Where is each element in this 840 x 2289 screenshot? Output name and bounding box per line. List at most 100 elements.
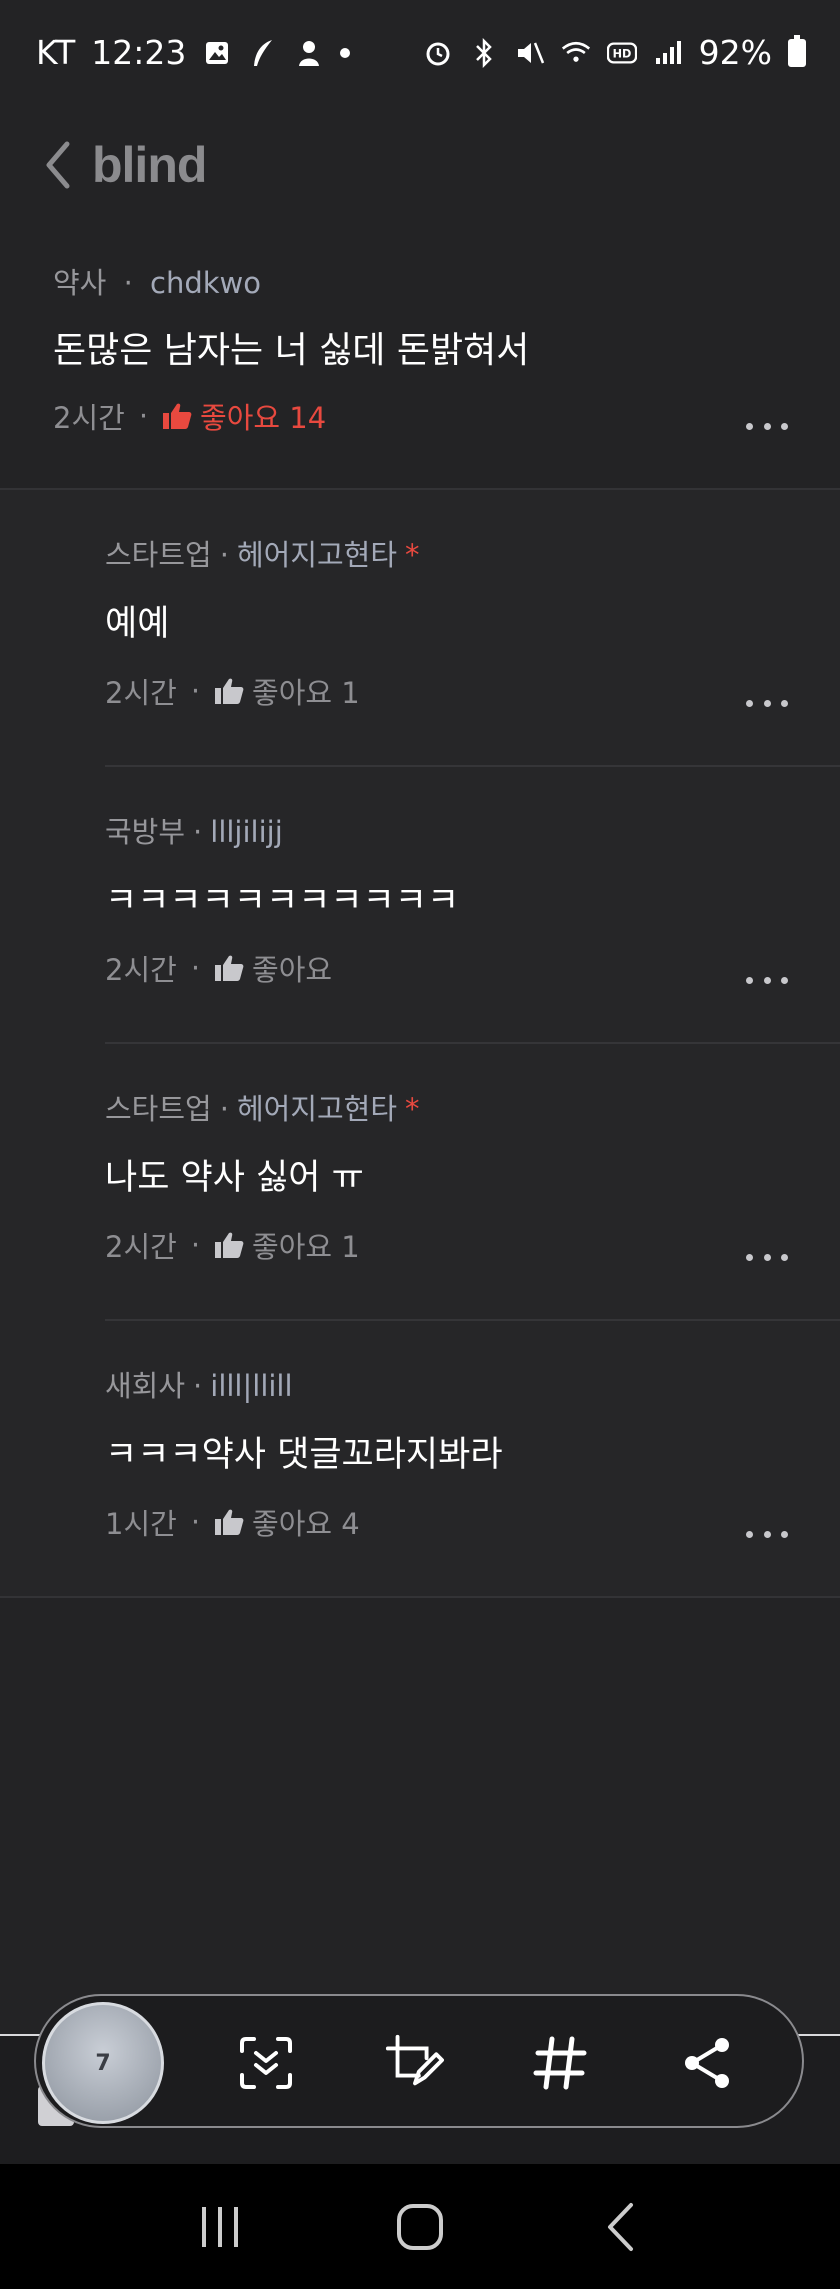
battery-icon: [788, 34, 806, 67]
post-more-button[interactable]: [746, 423, 788, 433]
comment-info: 2시간 · 좋아요 1: [105, 1224, 360, 1266]
recent-apps-icon: [202, 2206, 238, 2247]
more-dot: [746, 1254, 753, 1261]
bluetooth-icon: [469, 37, 499, 68]
comment-body: 예예: [105, 604, 170, 644]
more-dot: [763, 423, 771, 430]
comment-more-button[interactable]: [746, 1254, 788, 1264]
more-dot: [746, 700, 753, 707]
thumbs-up-icon: [163, 403, 192, 429]
scroll-capture-button[interactable]: [236, 2033, 296, 2093]
blind-logo: blind: [92, 137, 207, 193]
thumbs-up-icon: [215, 955, 244, 981]
comment-info: 2시간 · 좋아요: [105, 947, 332, 989]
more-dot: [781, 700, 788, 707]
comment-like-button[interactable]: 좋아요 4: [214, 1501, 360, 1543]
more-dot: [781, 423, 788, 430]
post-body: 돈많은 남자는 너 싫데 돈밝혀서: [53, 330, 530, 371]
more-dot: [763, 700, 771, 707]
comment-like-button[interactable]: 좋아요 1: [214, 670, 360, 712]
comment-nickname[interactable]: llljilijj: [210, 815, 283, 849]
more-dot: [781, 977, 788, 984]
status-bar: KT 12:23 HD 92%: [0, 0, 840, 105]
comment-nickname[interactable]: 헤어지고현타: [237, 538, 397, 572]
battery-percent: 92%: [698, 33, 772, 72]
comment-time: 2시간: [105, 1230, 177, 1264]
system-nav-bar: [0, 2164, 840, 2289]
post-author: 약사 · chdkwo: [53, 266, 262, 300]
chevron-left-icon: [46, 141, 70, 189]
thumbnail-number: 7: [95, 2050, 111, 2076]
back-button[interactable]: [38, 135, 78, 195]
crop-edit-icon: [385, 2034, 444, 2086]
more-dot: [746, 1531, 753, 1538]
post-time: 2시간: [53, 401, 125, 435]
comment-list: 스타트업 · 헤어지고현타 * 예예 2시간 · 좋아요 1 국방부 · llljilij…: [0, 490, 840, 1598]
screenshot-thumbnail[interactable]: 7: [42, 2002, 164, 2124]
wifi-icon: [561, 38, 591, 68]
clock: 12:23: [91, 33, 187, 72]
comment-company: 스타트업: [105, 1092, 212, 1126]
more-dot: [781, 1531, 788, 1538]
comment-more-button[interactable]: [746, 1531, 788, 1541]
more-dot: [763, 977, 771, 984]
comment-author: 국방부 · llljilijj: [105, 815, 283, 849]
author-mark: *: [405, 538, 420, 572]
post-info: 2시간 · 좋아요 14: [53, 395, 326, 437]
svg-text:HD: HD: [612, 47, 631, 60]
feather-icon: [248, 38, 278, 68]
comment-company: 스타트업: [105, 538, 212, 572]
back-nav-button[interactable]: [590, 2197, 650, 2257]
comment-info: 1시간 · 좋아요 4: [105, 1501, 360, 1543]
signal-icon: [653, 38, 683, 68]
mute-icon: [515, 38, 545, 68]
comment-info: 2시간 · 좋아요 1: [105, 670, 360, 712]
back-icon: [608, 2202, 633, 2251]
comment-time: 2시간: [105, 676, 177, 710]
app-header: blind: [0, 105, 840, 225]
post-company: 약사: [53, 266, 107, 300]
comment-author: 스타트업 · 헤어지고현타 *: [105, 538, 420, 572]
comment-item: 새회사 · illl|llill ㅋㅋㅋ약사 댓글꼬라지봐라 1시간 · 좋아요 4: [0, 1321, 840, 1598]
comment-like-button[interactable]: 좋아요 1: [214, 1224, 360, 1266]
comment-item: 스타트업 · 헤어지고현타 * 나도 약사 싫어 ㅠ 2시간 · 좋아요 1: [0, 1044, 840, 1321]
comment-body: 나도 약사 싫어 ㅠ: [105, 1158, 364, 1198]
comment-like-label: 좋아요: [252, 953, 333, 987]
crop-edit-button[interactable]: [384, 2033, 444, 2093]
gallery-icon: [202, 38, 232, 68]
recent-apps-button[interactable]: [190, 2197, 250, 2257]
thumbs-up-icon: [215, 1232, 244, 1258]
comment-company: 국방부: [105, 815, 186, 849]
thumbs-up-icon: [215, 1509, 244, 1535]
status-left: KT 12:23: [36, 33, 351, 72]
share-button[interactable]: [678, 2033, 738, 2093]
hashtag-button[interactable]: [530, 2033, 590, 2093]
status-right: HD 92%: [423, 33, 806, 72]
comment-like-label: 좋아요 1: [252, 676, 360, 710]
more-dot: [763, 1254, 771, 1261]
comment-more-button[interactable]: [746, 977, 788, 987]
post-nickname[interactable]: chdkwo: [150, 266, 261, 300]
comment-like-button[interactable]: 좋아요: [214, 947, 332, 989]
comment-body: ㅋㅋㅋ약사 댓글꼬라지봐라: [105, 1435, 503, 1475]
post-like-label: 좋아요 14: [200, 401, 327, 435]
post-like-button[interactable]: 좋아요 14: [162, 395, 326, 437]
comment-nickname[interactable]: 헤어지고현타: [237, 1092, 397, 1126]
more-dot: [781, 1254, 788, 1261]
more-dot: [746, 423, 753, 430]
app-notification-icon: [294, 38, 324, 68]
comment-item: 스타트업 · 헤어지고현타 * 예예 2시간 · 좋아요 1: [0, 490, 840, 767]
main-post: 약사 · chdkwo 돈많은 남자는 너 싫데 돈밝혀서 2시간 · 좋아요 …: [0, 225, 840, 490]
comment-author: 스타트업 · 헤어지고현타 *: [105, 1092, 420, 1126]
more-dot: [746, 977, 753, 984]
comment-like-label: 좋아요 1: [252, 1230, 360, 1264]
more-dot: [763, 1531, 771, 1538]
thumbs-up-icon: [215, 678, 244, 704]
comment-nickname[interactable]: illl|llill: [210, 1369, 292, 1403]
comment-more-button[interactable]: [746, 700, 788, 710]
comment-body: ㅋㅋㅋㅋㅋㅋㅋㅋㅋㅋㅋ: [105, 881, 460, 921]
more-notifications-dot: [340, 47, 351, 58]
home-icon: [397, 2203, 443, 2250]
comment-time: 2시간: [105, 953, 177, 987]
home-button[interactable]: [390, 2197, 450, 2257]
